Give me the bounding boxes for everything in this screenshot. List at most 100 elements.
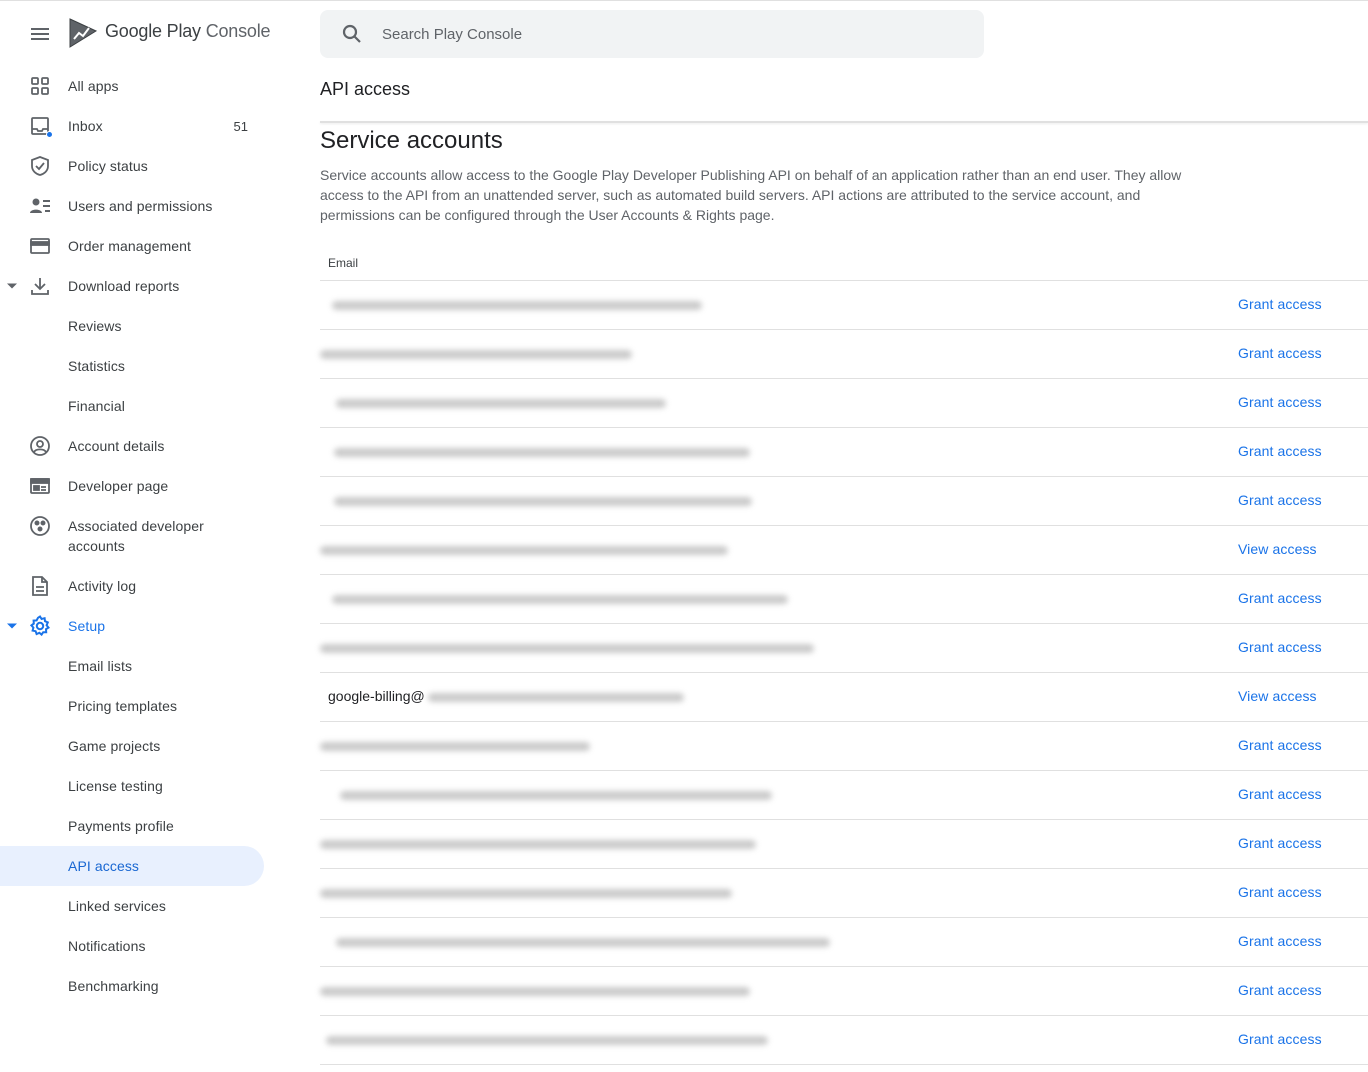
sidebar-item-linked-services[interactable]: Linked services [0,886,280,926]
sidebar-item-label: Statistics [68,358,126,374]
redacted-email [320,840,756,849]
grant-access-link[interactable]: Grant access [1238,590,1322,606]
redacted-email [320,546,728,555]
table-row: Grant access [320,967,1368,1016]
view-access-link[interactable]: View access [1238,541,1317,557]
grant-access-link[interactable]: Grant access [1238,933,1322,949]
redacted-email [340,791,772,800]
sidebar-item-label: Setup [68,618,106,634]
play-console-logo-icon[interactable] [68,17,98,49]
grant-access-link[interactable]: Grant access [1238,982,1322,998]
redacted-email [320,742,590,751]
grant-access-link[interactable]: Grant access [1238,345,1322,361]
sidebar-item-label: Download reports [68,278,180,294]
sidebar-item-label: Email lists [68,658,133,674]
sidebar-item-label: Pricing templates [68,698,178,714]
table-header: Email [320,248,1368,281]
sidebar-item-all-apps[interactable]: All apps [0,66,280,106]
sidebar-item-financial[interactable]: Financial [0,386,280,426]
table-row: Grant access [320,1016,1368,1065]
shield-icon [28,154,52,178]
sidebar-item-label: Users and permissions [68,198,213,214]
table-row: Grant access [320,330,1368,379]
chevron-down-icon[interactable] [7,623,17,629]
sidebar-item-label: Game projects [68,738,161,754]
sidebar-item-label: Developer page [68,478,169,494]
search-input[interactable] [382,10,962,58]
play-console-app: Google Play Console All apps Inbox 51 Po… [0,0,1368,1072]
search-icon[interactable] [340,22,364,46]
sidebar-item-download-reports[interactable]: Download reports [0,266,280,306]
table-row: Grant access [320,281,1368,330]
people-icon [28,194,52,218]
sidebar-item-users-and-permissions[interactable]: Users and permissions [0,186,280,226]
sidebar-nav: All apps Inbox 51 Policy status Users an… [0,66,280,1006]
grant-access-link[interactable]: Grant access [1238,884,1322,900]
document-icon [28,574,52,598]
sidebar-item-license-testing[interactable]: License testing [0,766,280,806]
unread-badge-icon [46,131,53,138]
sidebar-item-pricing-templates[interactable]: Pricing templates [0,686,280,726]
column-header-email[interactable]: Email [328,256,358,270]
grant-access-link[interactable]: Grant access [1238,835,1322,851]
sidebar-item-statistics[interactable]: Statistics [0,346,280,386]
sidebar: Google Play Console All apps Inbox 51 Po… [0,1,280,1072]
sidebar-item-inbox[interactable]: Inbox 51 [0,106,280,146]
redacted-email [320,350,632,359]
sidebar-item-setup[interactable]: Setup [0,606,280,646]
gear-icon [28,614,52,638]
redacted-email [332,595,788,604]
grant-access-link[interactable]: Grant access [1238,737,1322,753]
search-bar[interactable] [320,10,984,58]
chevron-down-icon[interactable] [7,283,17,289]
sidebar-item-activity-log[interactable]: Activity log [0,566,280,606]
header-divider [320,121,1368,123]
sidebar-item-label: Payments profile [68,818,174,834]
table-row: Grant access [320,428,1368,477]
table-row: Grant access [320,820,1368,869]
sidebar-item-label: Linked services [68,898,166,914]
grant-access-link[interactable]: Grant access [1238,1031,1322,1047]
sidebar-item-associated-developer-accounts[interactable]: Associated developer accounts [0,506,280,566]
sidebar-item-account-details[interactable]: Account details [0,426,280,466]
grant-access-link[interactable]: Grant access [1238,492,1322,508]
table-row: Grant access [320,624,1368,673]
sidebar-item-email-lists[interactable]: Email lists [0,646,280,686]
table-row: Grant access [320,722,1368,771]
redacted-email [320,889,732,898]
account-circle-icon [28,434,52,458]
sidebar-item-payments-profile[interactable]: Payments profile [0,806,280,846]
email-cell: google-billing@ [328,688,425,704]
grant-access-link[interactable]: Grant access [1238,394,1322,410]
inbox-count: 51 [233,118,248,134]
sidebar-item-label: Order management [68,238,191,254]
sidebar-item-notifications[interactable]: Notifications [0,926,280,966]
sidebar-item-order-management[interactable]: Order management [0,226,280,266]
sidebar-item-policy-status[interactable]: Policy status [0,146,280,186]
sidebar-item-label: License testing [68,778,163,794]
sidebar-item-developer-page[interactable]: Developer page [0,466,280,506]
grant-access-link[interactable]: Grant access [1238,639,1322,655]
table-row: Grant access [320,771,1368,820]
sidebar-item-label: API access [68,858,140,874]
hamburger-menu-icon[interactable] [28,22,52,46]
inbox-icon [28,114,53,138]
grant-access-link[interactable]: Grant access [1238,296,1322,312]
table-row: Grant access [320,575,1368,624]
redacted-email [336,938,830,947]
redacted-email [326,1036,768,1045]
sidebar-item-api-access[interactable]: API access [0,846,280,886]
sidebar-item-game-projects[interactable]: Game projects [0,726,280,766]
table-row: Grant access [320,869,1368,918]
view-access-link[interactable]: View access [1238,688,1317,704]
download-icon [28,274,52,298]
redacted-email [320,644,814,653]
grant-access-link[interactable]: Grant access [1238,443,1322,459]
grant-access-link[interactable]: Grant access [1238,786,1322,802]
table-row: View access [320,526,1368,575]
brand-header: Google Play Console [0,1,280,63]
sidebar-item-reviews[interactable]: Reviews [0,306,280,346]
sidebar-item-benchmarking[interactable]: Benchmarking [0,966,280,1006]
brand-title[interactable]: Google Play Console [105,21,271,42]
sidebar-item-label: Associated developer accounts [68,518,204,554]
